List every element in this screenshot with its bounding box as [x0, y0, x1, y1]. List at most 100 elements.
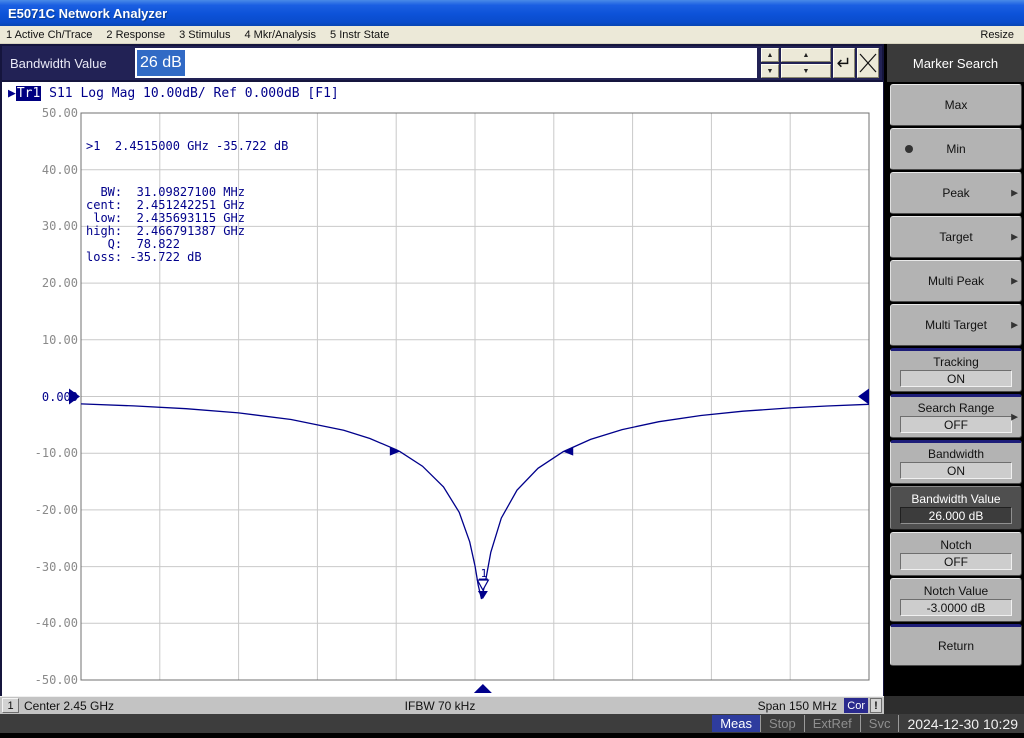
trace-format-text: S11 Log Mag 10.00dB/ Ref 0.000dB [F1]	[41, 86, 338, 101]
status-row: 1 Center 2.45 GHz IFBW 70 kHz Span 150 M…	[0, 696, 1024, 714]
chart-panel: 1 ▶Tr1 S11 Log Mag 10.00dB/ Ref 0.000dB …	[0, 82, 884, 696]
y-tick-label: -10.00	[2, 446, 78, 460]
span-label: Span 150 MHz	[758, 699, 837, 713]
softkey-multi-peak[interactable]: Multi Peak ▶	[890, 260, 1022, 302]
ref-level-right-icon	[858, 389, 869, 405]
window-title: E5071C Network Analyzer	[8, 6, 167, 21]
close-icon	[859, 52, 877, 74]
menu-item[interactable]: 3 Stimulus	[179, 29, 230, 41]
softkey-min[interactable]: Min	[890, 128, 1022, 170]
softkey-label: Max	[945, 98, 968, 112]
instrument-status-extref: ExtRef	[804, 715, 860, 732]
instrument-status-bar: MeasStopExtRefSvc2024-12-30 10:29	[0, 714, 1024, 733]
softkey-bandwidth-value[interactable]: Bandwidth Value26.000 dB	[890, 486, 1022, 530]
entry-value-selected[interactable]: 26 dB	[137, 50, 185, 76]
submenu-arrow-icon: ▶	[1011, 188, 1018, 199]
window-titlebar: E5071C Network Analyzer	[0, 0, 1024, 26]
y-tick-label: 30.00	[2, 219, 78, 233]
softkey-value: 26.000 dB	[900, 507, 1012, 524]
ifbw-label: IFBW 70 kHz	[405, 699, 476, 713]
alert-badge: !	[870, 698, 882, 713]
softkey-notch[interactable]: NotchOFF	[890, 532, 1022, 576]
y-tick-label: 50.00	[2, 106, 78, 120]
y-tick-label: 10.00	[2, 333, 78, 347]
softkey-value: -3.0000 dB	[900, 599, 1012, 616]
y-tick-label: -30.00	[2, 560, 78, 574]
resize-button[interactable]: Resize	[980, 29, 1014, 41]
spin-down-large-button[interactable]: ▼	[781, 64, 831, 78]
y-tick-label: -20.00	[2, 503, 78, 517]
softkey-value: OFF	[900, 416, 1012, 433]
bandwidth-right-marker-icon	[563, 447, 573, 456]
softkey-label: Target	[939, 230, 972, 244]
softkey-tracking[interactable]: TrackingON	[890, 348, 1022, 392]
y-axis-labels: 50.00 40.00 30.00 20.00 10.00 0.000 -10.00 -20.…	[2, 82, 78, 696]
softkey-label: Min	[946, 142, 965, 156]
y-tick-label: -40.00	[2, 616, 78, 630]
submenu-arrow-icon: ▶	[1011, 412, 1018, 423]
marker-readout: >1 2.4515000 GHz -35.722 dB BW: 31.09827…	[86, 114, 288, 290]
entry-field[interactable]: 26 dB	[135, 48, 757, 78]
menu-items: 1 Active Ch/Trace 2 Response 3 Stimulus 4 M…	[6, 29, 403, 41]
submenu-arrow-icon: ▶	[1011, 276, 1018, 287]
channel-status-bar: 1 Center 2.45 GHz IFBW 70 kHz Span 150 M…	[0, 696, 884, 714]
y-tick-label: -50.00	[2, 673, 78, 687]
datetime-label: 2024-12-30 10:29	[898, 715, 1024, 732]
main-area: 1 ▶Tr1 S11 Log Mag 10.00dB/ Ref 0.000dB …	[0, 82, 1024, 696]
softkey-menu-title: Marker Search	[887, 44, 1024, 82]
channel-number-box: 1	[2, 698, 19, 713]
softkey-notch-value[interactable]: Notch Value-3.0000 dB	[890, 578, 1022, 622]
marker-1-tip-icon	[478, 591, 488, 599]
menu-item[interactable]: 5 Instr State	[330, 29, 389, 41]
softkey-peak[interactable]: Peak ▶	[890, 172, 1022, 214]
marker-readout-line: loss: -35.722 dB	[86, 251, 288, 264]
submenu-arrow-icon: ▶	[1011, 232, 1018, 243]
instrument-status-svc: Svc	[860, 715, 899, 732]
softkey-return[interactable]: Return	[890, 624, 1022, 666]
entry-close-button[interactable]	[857, 48, 879, 78]
softkey-label: Multi Peak	[928, 274, 984, 288]
arrow-down-icon: ▼	[767, 68, 774, 75]
softkey-max[interactable]: Max	[890, 84, 1022, 126]
spin-down-small-button[interactable]: ▼	[761, 64, 779, 78]
softkey-label: Return	[938, 639, 974, 653]
menu-item[interactable]: 2 Response	[106, 29, 165, 41]
arrow-up-icon: ▲	[803, 52, 810, 59]
selected-bullet-icon	[905, 145, 913, 153]
y-tick-label: 0.000	[2, 390, 78, 404]
sweep-range-label: Center 2.45 GHz	[24, 699, 114, 713]
entry-enter-button[interactable]: ↵	[833, 48, 855, 78]
instrument-status-meas: Meas	[712, 715, 760, 732]
softkey-label: Notch Value	[924, 584, 988, 598]
marker-1-label: 1	[481, 567, 488, 580]
marker-readout-line1: >1 2.4515000 GHz -35.722 dB	[86, 140, 288, 153]
correction-badge: Cor	[844, 698, 868, 713]
entry-bar: Bandwidth Value 26 dB ▲ ▼ ▲ ▼ ↵	[0, 44, 884, 82]
softkey-label: Notch	[940, 538, 971, 552]
softkey-multi-target[interactable]: Multi Target▶	[890, 304, 1022, 346]
entry-label: Bandwidth Value	[2, 56, 135, 71]
bottom-strip	[0, 733, 1024, 738]
softkey-label: Bandwidth	[928, 447, 984, 461]
softkey-target[interactable]: Target ▶	[890, 216, 1022, 258]
instrument-status-stop: Stop	[760, 715, 804, 732]
menu-item[interactable]: 4 Mkr/Analysis	[244, 29, 316, 41]
softkey-label: Search Range	[918, 401, 995, 415]
y-tick-label: 20.00	[2, 276, 78, 290]
softkey-label: Bandwidth Value	[911, 492, 1000, 506]
menu-bar: 1 Active Ch/Trace 2 Response 3 Stimulus 4 M…	[0, 26, 1024, 44]
submenu-arrow-icon: ▶	[1011, 320, 1018, 331]
softkey-label: Tracking	[933, 355, 979, 369]
softkey-value: OFF	[900, 553, 1012, 570]
softkey-bandwidth[interactable]: BandwidthON	[890, 440, 1022, 484]
spin-up-large-button[interactable]: ▲	[781, 48, 831, 62]
spinner-cluster: ▲ ▼ ▲ ▼ ↵	[761, 48, 879, 78]
softkey-sidebar: MaxMinPeak▶Target▶Multi Peak▶Multi Targe…	[884, 82, 1024, 696]
spin-up-small-button[interactable]: ▲	[761, 48, 779, 62]
softkey-label: Peak	[942, 186, 969, 200]
enter-icon: ↵	[836, 53, 851, 74]
softkey-search-range[interactable]: Search RangeOFF▶	[890, 394, 1022, 438]
y-tick-label: 40.00	[2, 163, 78, 177]
menu-item[interactable]: 1 Active Ch/Trace	[6, 29, 92, 41]
stimulus-marker-icon	[474, 684, 492, 693]
